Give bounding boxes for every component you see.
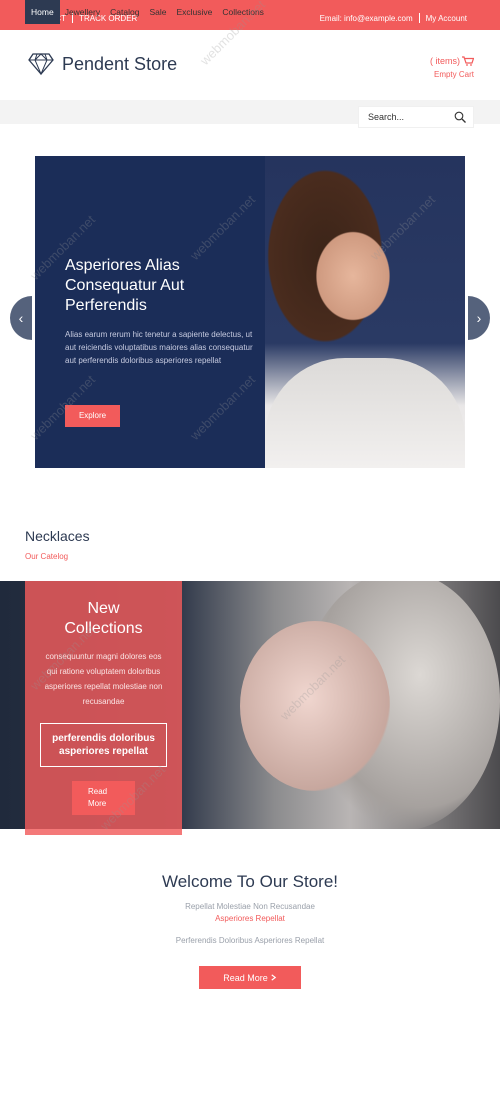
my-account-link[interactable]: My Account bbox=[426, 14, 467, 23]
collections-text: consequuntur magni dolores eos qui ratio… bbox=[44, 652, 163, 706]
welcome-line-3: Perferendis Doloribus Asperiores Repella… bbox=[175, 936, 325, 945]
collections-title-line2: Collections bbox=[64, 620, 143, 637]
collections-title: New Collections bbox=[25, 599, 182, 639]
slider-next-button[interactable]: › bbox=[468, 296, 490, 340]
search-input[interactable] bbox=[368, 112, 454, 122]
nav-item-collections[interactable]: Collections bbox=[217, 0, 269, 24]
welcome-read-more-button[interactable]: Read More bbox=[199, 966, 301, 989]
email-link[interactable]: Email: info@example.com bbox=[320, 14, 413, 23]
welcome-line-1: Repellat Molestiae Non Recusandae bbox=[185, 902, 315, 911]
explore-button[interactable]: Explore bbox=[65, 405, 120, 427]
store-logo[interactable]: Pendent Store bbox=[28, 52, 177, 76]
cart-status: Empty Cart bbox=[433, 70, 474, 79]
hero-slider: Asperiores Alias Consequatur Aut Perfere… bbox=[35, 156, 465, 468]
collections-highlight-box: perferendis doloribus asperiores repella… bbox=[40, 723, 167, 767]
new-collections-card: New Collections consequuntur magni dolor… bbox=[25, 581, 182, 835]
welcome-line-2: Asperiores Repellat bbox=[215, 914, 285, 923]
chevron-left-icon: ‹ bbox=[18, 310, 24, 326]
nav-item-sale[interactable]: Sale bbox=[144, 0, 171, 24]
diamond-icon bbox=[28, 53, 54, 76]
cart-icon bbox=[462, 56, 474, 66]
welcome-read-more-label: Read More bbox=[223, 972, 268, 983]
collections-title-line1: New bbox=[87, 600, 120, 617]
section-subtitle[interactable]: Our Catelog bbox=[25, 552, 68, 561]
store-name: Pendent Store bbox=[62, 53, 178, 74]
cart-widget[interactable]: ( items) Empty Cart bbox=[430, 56, 474, 79]
nav-item-exclusive[interactable]: Exclusive bbox=[171, 0, 217, 24]
cart-count-row: ( items) bbox=[430, 56, 474, 66]
chevron-right-icon bbox=[271, 974, 276, 981]
read-more-button[interactable]: Read More bbox=[72, 781, 135, 815]
section-title: Necklaces bbox=[25, 528, 90, 544]
read-more-line1: Read bbox=[88, 787, 108, 796]
model-face bbox=[240, 621, 390, 791]
welcome-title: Welcome To Our Store! bbox=[161, 872, 339, 891]
search-box bbox=[358, 106, 474, 128]
slider-prev-button[interactable]: ‹ bbox=[10, 296, 32, 340]
nav-item-jewellery[interactable]: Jewellery bbox=[60, 0, 105, 24]
nav-item-catalog[interactable]: Catalog bbox=[105, 0, 144, 24]
nav-item-home[interactable]: Home bbox=[25, 0, 60, 24]
search-icon[interactable] bbox=[454, 111, 466, 123]
divider bbox=[418, 13, 420, 23]
main-nav: Home Jewellery Catalog Sale Exclusive Co… bbox=[25, 0, 269, 24]
cart-items-count: ( items) bbox=[430, 56, 460, 66]
read-more-line2: More bbox=[88, 799, 107, 808]
hero-title: Asperiores Alias Consequatur Aut Perfere… bbox=[65, 257, 185, 314]
top-bar-right-links: Email: info@example.com My Account bbox=[320, 13, 467, 23]
hero-text: Alias earum rerum hic tenetur a sapiente… bbox=[65, 330, 253, 365]
chevron-right-icon: › bbox=[476, 310, 482, 326]
